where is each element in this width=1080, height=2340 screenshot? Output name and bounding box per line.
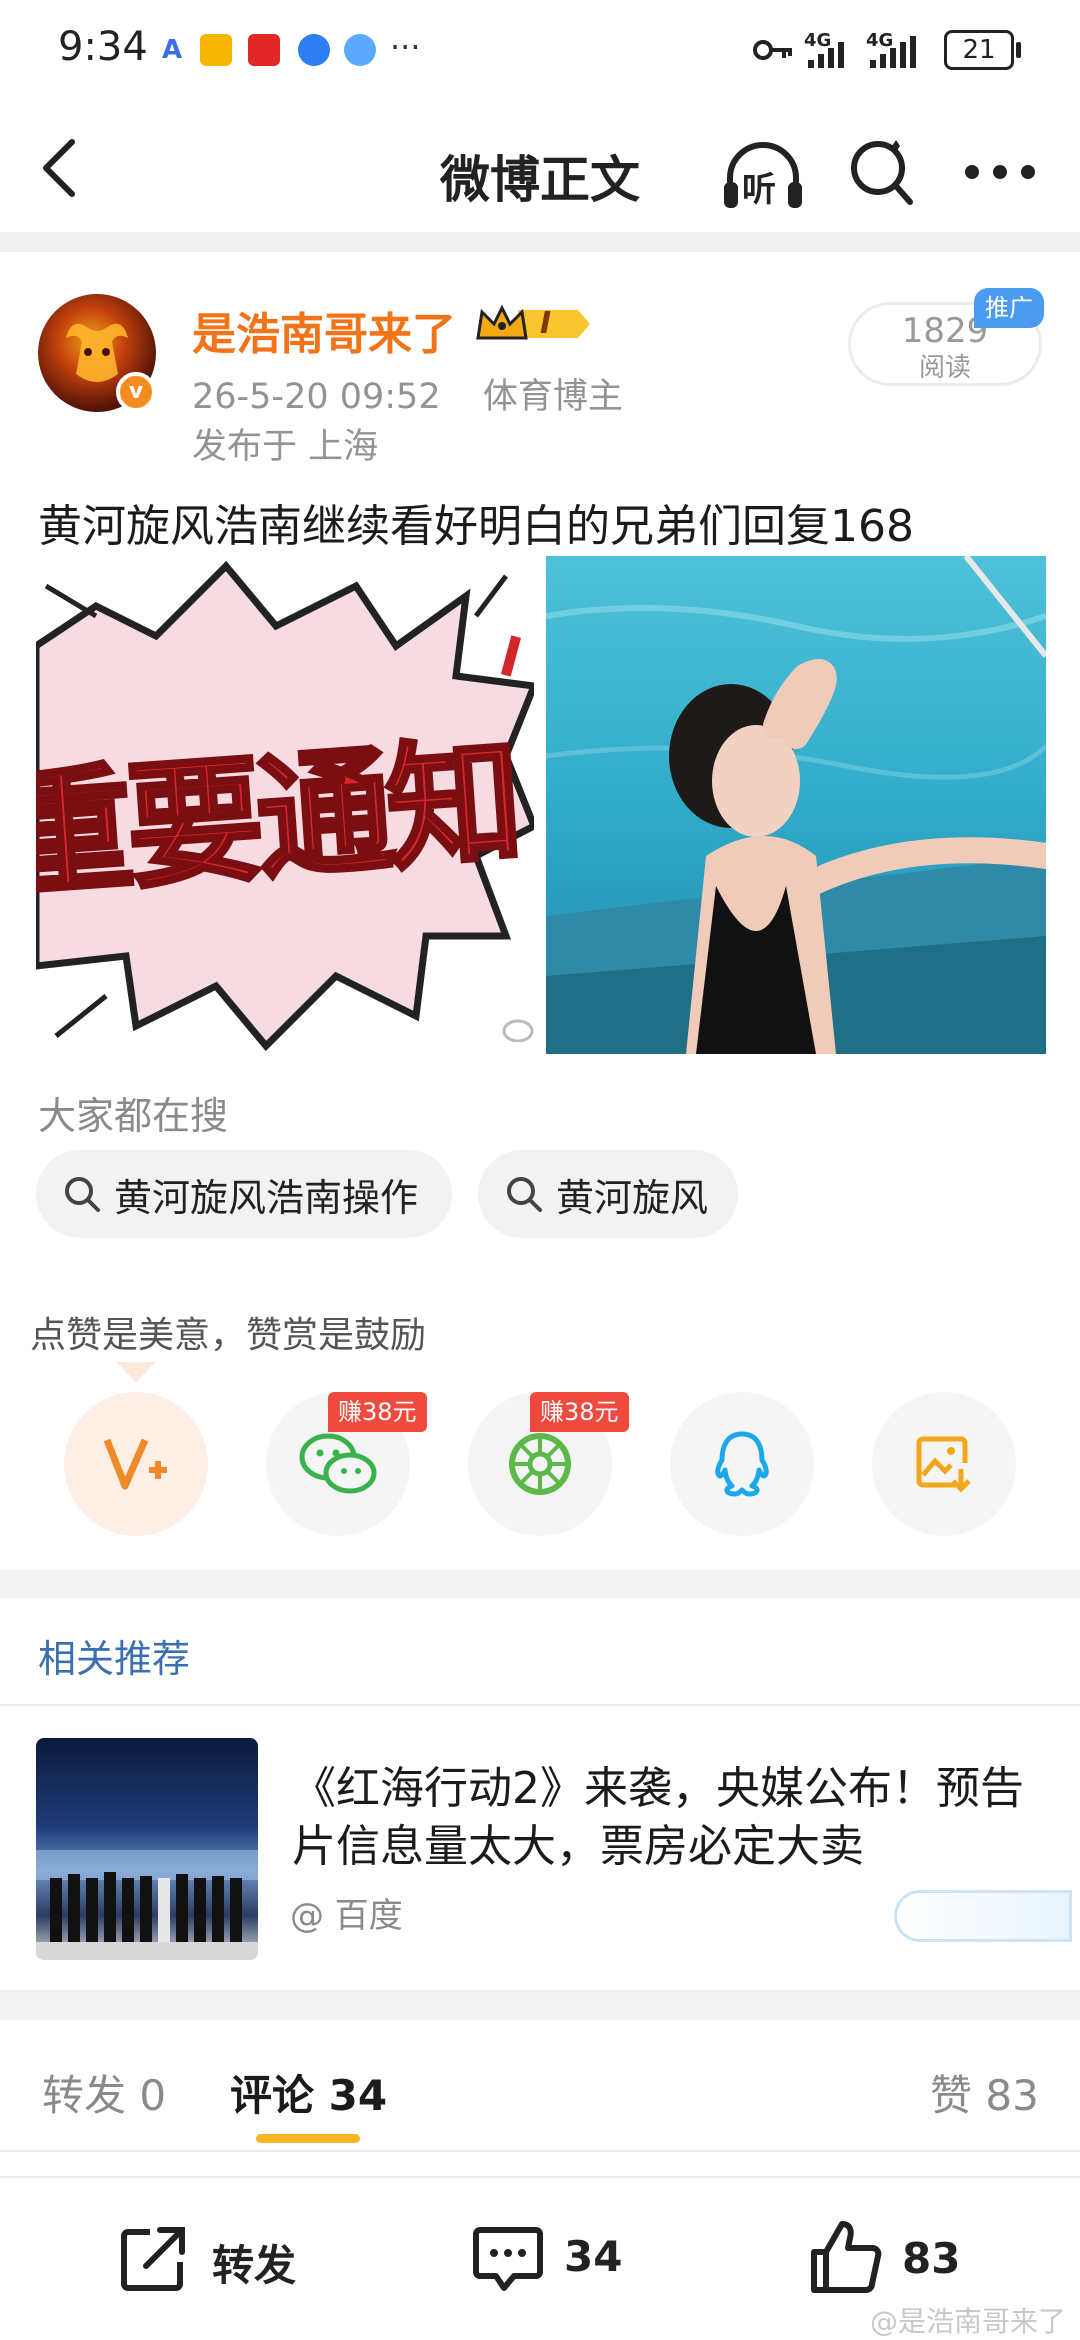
moments-icon	[509, 1433, 571, 1495]
earn-badge: 赚38元	[328, 1392, 427, 1432]
search-icon	[507, 1177, 542, 1212]
tip-arrow-icon	[116, 1362, 156, 1382]
signal-icon	[808, 42, 844, 68]
more-notifications: ···	[390, 28, 421, 66]
news-notification-icon	[248, 34, 280, 66]
search-icon[interactable]	[848, 136, 916, 208]
section-divider	[0, 1990, 1080, 2020]
tab-comments[interactable]: 评论 34	[230, 2062, 387, 2123]
post-image-1[interactable]: 重要通知	[36, 556, 534, 1054]
reward-icon	[103, 1438, 167, 1490]
post-date: 26-5-20 09:52	[192, 377, 441, 417]
app2-notification-icon	[344, 34, 376, 66]
tab-likes[interactable]: 赞 83	[930, 2062, 1039, 2123]
vip-crown-badge[interactable]: I	[474, 302, 592, 346]
like-button[interactable]: 83	[806, 2218, 976, 2302]
earn-badge: 赚38元	[530, 1392, 629, 1432]
thumbs-up-icon	[811, 2221, 882, 2293]
post-text: 黄河旋风浩南继续看好明白的兄弟们回复168	[38, 501, 914, 552]
section-divider	[0, 1570, 1080, 1598]
trending-search-label: 大家都在搜	[38, 1094, 229, 1138]
browser-notification-icon	[298, 34, 330, 66]
related-divider	[0, 1704, 1080, 1706]
author-name[interactable]: 是浩南哥来了	[192, 298, 456, 362]
comment-count: 34	[564, 2232, 623, 2281]
author-role: 体育博主	[482, 377, 623, 417]
related-action-button[interactable]	[894, 1890, 1072, 1942]
reward-tip: 点赞是美意，赞赏是鼓励	[30, 1315, 427, 1356]
promo-badge: 推广	[974, 288, 1044, 328]
qq-icon	[715, 1431, 769, 1497]
search-chip[interactable]: 黄河旋风浩南操作	[36, 1150, 452, 1238]
related-article-source: @ 百度	[290, 1896, 403, 1936]
repost-label: 转发	[212, 2241, 297, 2290]
post-location: 发布于 上海	[192, 427, 379, 467]
battery-tip	[1016, 42, 1021, 58]
status-bar: 9:34 A ··· 4G 4G 21	[0, 0, 1080, 100]
post-image-2[interactable]	[546, 556, 1046, 1054]
listen-button[interactable]: 听	[720, 142, 806, 212]
battery-level: 21	[962, 35, 996, 65]
image-watermark: @是浩南哥来了	[870, 2305, 1067, 2338]
read-label: 阅读	[918, 353, 971, 383]
weibo-notification-icon	[200, 34, 232, 66]
repost-button[interactable]: 转发	[116, 2222, 316, 2302]
header-divider	[0, 232, 1080, 252]
post-meta: 26-5-20 09:52 体育博主	[192, 368, 623, 419]
app-notification-icon: A	[156, 34, 188, 66]
save-image-icon	[916, 1436, 971, 1493]
comment-icon	[473, 2227, 543, 2291]
comment-button[interactable]: 34	[470, 2222, 630, 2302]
vip-level: I	[540, 306, 552, 341]
wechat-icon	[299, 1433, 377, 1494]
listen-label: 听	[742, 170, 776, 210]
search-chip-label: 黄河旋风	[556, 1175, 709, 1220]
tab-repost[interactable]: 转发 0	[42, 2062, 166, 2123]
signal-icon-2	[870, 36, 916, 68]
movie-event-photo	[36, 1850, 258, 1960]
search-chip[interactable]: 黄河旋风	[478, 1150, 738, 1238]
verified-badge: v	[116, 372, 156, 412]
photo-woman-boat	[546, 556, 1046, 1054]
crown-icon	[476, 304, 590, 340]
page-title: 微博正文	[440, 151, 640, 209]
reward-button[interactable]	[64, 1392, 208, 1536]
tabs-divider	[0, 2150, 1080, 2152]
repost-icon	[121, 2227, 185, 2291]
status-time: 9:34	[58, 24, 148, 70]
search-icon	[65, 1177, 100, 1212]
weibo-watermark-icon	[502, 1019, 534, 1042]
active-tab-indicator	[256, 2134, 360, 2143]
related-thumbnail[interactable]	[36, 1738, 258, 1960]
nav-bar: 微博正文 听	[0, 100, 1080, 232]
key-icon	[753, 40, 792, 60]
search-chip-label: 黄河旋风浩南操作	[114, 1175, 419, 1220]
related-section-title: 相关推荐	[38, 1637, 191, 1681]
image-caption: 重要通知	[36, 722, 524, 920]
more-icon[interactable]	[964, 164, 1036, 180]
save-image-button[interactable]	[872, 1392, 1016, 1536]
related-article-title[interactable]: 《红海行动2》来袭，央媒公布！预告片信息量太大，票房必定大卖	[292, 1760, 1052, 1876]
share-qq-button[interactable]	[670, 1392, 814, 1536]
battery-icon: 21	[944, 30, 1014, 70]
like-count: 83	[902, 2234, 961, 2283]
